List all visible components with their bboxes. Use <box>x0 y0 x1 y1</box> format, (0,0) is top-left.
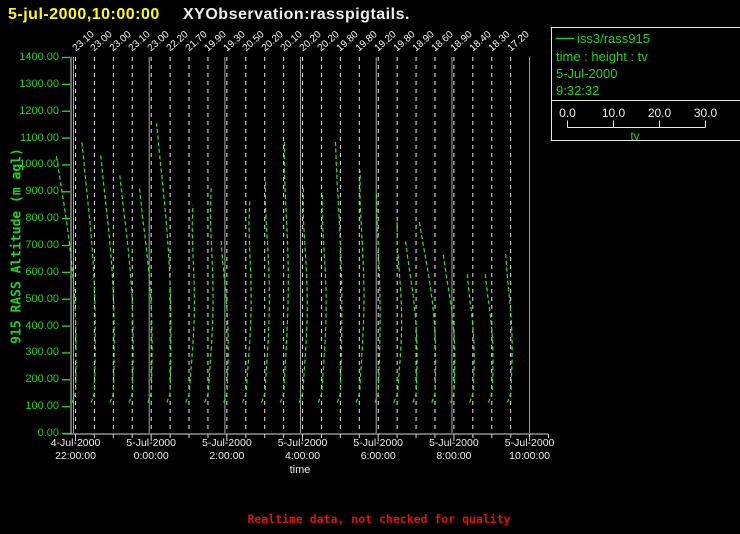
pigtail-profile <box>156 123 172 403</box>
unused <box>568 121 706 128</box>
pigtail-profile <box>355 170 365 403</box>
x-tick-date-label: 4-Jul-2000 <box>50 437 101 449</box>
y-tick-label: 300.00 <box>25 346 59 359</box>
x-tick-date-label: 5-Jul-2000 <box>277 437 328 449</box>
pigtail-profile <box>99 153 115 403</box>
y-tick-label: 200.00 <box>25 373 59 386</box>
pigtail-profile <box>242 200 252 403</box>
y-tick-label: 1000.00 <box>19 158 59 171</box>
y-tick-label: 1300.00 <box>19 77 59 90</box>
window-title: XYObservation:rasspigtails. <box>183 6 410 23</box>
y-tick-label: 500.00 <box>25 292 59 305</box>
y-tick-label: 100.00 <box>25 400 59 413</box>
tv-scale-number: 10.0 <box>601 106 626 120</box>
y-tick-label: 600.00 <box>25 265 59 278</box>
x-tick-time-label: 4:00:00 <box>285 450 321 462</box>
y-tick-label: 400.00 <box>25 319 59 332</box>
pigtail-profile <box>260 179 270 403</box>
pigtail-profile <box>81 140 96 403</box>
pigtail-profile <box>442 252 456 403</box>
tv-scale-number: 0.0 <box>559 106 576 120</box>
y-tick-label: 700.00 <box>25 239 59 251</box>
legend-time: 9:32:32 <box>556 83 600 98</box>
pigtail-profile <box>204 187 214 403</box>
x-tick-date-label: 5-Jul-2000 <box>429 437 479 449</box>
legend-fields-label: time : height : tv <box>556 49 648 64</box>
y-tick-label: 1100.00 <box>20 131 59 144</box>
pigtail-profile <box>279 140 289 403</box>
y-tick-label: 900.00 <box>25 185 59 198</box>
tv-scale-number: 30.0 <box>693 106 718 120</box>
x-tick-time-label: 0:00:00 <box>133 450 169 462</box>
pigtail-profile <box>418 221 437 403</box>
pigtail-profile <box>404 239 418 403</box>
x-tick-date-label: 5-Jul-2000 <box>126 437 176 449</box>
x-tick-time-label: 2:00:00 <box>209 450 245 462</box>
x-tick-time-label: 8:00:00 <box>436 450 472 462</box>
legend-series-label: iss3/rass915 <box>577 31 650 46</box>
xyobservation-window: 5-jul-2000,10:00:00 XYObservation:rasspi… <box>0 0 740 534</box>
x-tick-time-label: 6:00:00 <box>360 450 396 462</box>
x-tick-date-label: 5-Jul-2000 <box>202 437 252 449</box>
y-tick-label: 1200.00 <box>19 104 59 117</box>
pigtail-profile <box>185 204 195 403</box>
tv-scale-number: 20.0 <box>647 106 672 120</box>
tv-scale-label: tv <box>630 129 640 143</box>
pigtail-profile <box>317 192 327 403</box>
x-tick-date-label: 5-Jul-2000 <box>504 437 555 449</box>
quality-warning: Realtime data, not checked for quality <box>247 512 511 526</box>
y-tick-label: 800.00 <box>25 212 59 225</box>
legend-date: 5-Jul-2000 <box>556 66 618 81</box>
title-timestamp: 5-jul-2000,10:00:00 <box>8 6 160 23</box>
x-tick-date-label: 5-Jul-2000 <box>353 437 404 449</box>
x-tick-time-label: 22:00:00 <box>55 450 96 462</box>
pigtail-profile <box>119 174 134 403</box>
y-tick-label: 1400.00 <box>19 51 59 63</box>
x-tick-time-label: 10:00:00 <box>509 450 551 462</box>
x-axis-title: time <box>289 464 311 476</box>
pigtail-profile <box>393 222 403 403</box>
pigtail-profile <box>138 187 153 403</box>
